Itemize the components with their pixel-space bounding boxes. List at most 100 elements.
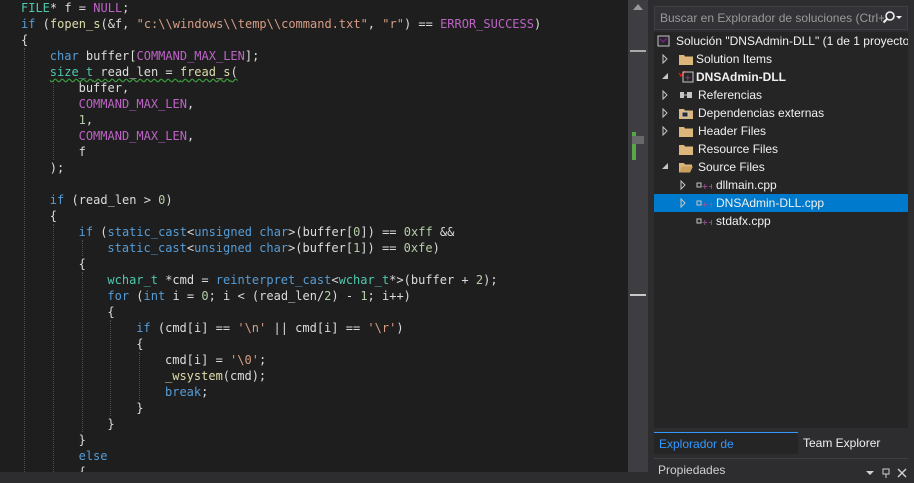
code-token: (cmd);: [222, 369, 267, 383]
tree-node-label: Dependencias externas: [698, 106, 825, 120]
cpp-file-icon: ++: [696, 214, 715, 228]
code-token: ) ==: [403, 17, 441, 31]
code-line[interactable]: _wsystem(cmd);: [165, 368, 266, 384]
code-line[interactable]: static_cast<unsigned char>(buffer[1]) ==…: [107, 240, 439, 256]
code-token: >(buffer[: [288, 225, 354, 239]
code-token: '\r': [367, 321, 397, 335]
solution-search-box[interactable]: [654, 6, 908, 30]
filter-folder-open-icon: [678, 160, 694, 174]
code-line[interactable]: cmd[i] = '\0';: [165, 352, 266, 368]
code-line[interactable]: {: [107, 304, 114, 320]
code-line[interactable]: );: [50, 160, 64, 176]
code-token: ERROR_SUCCESS: [440, 17, 534, 31]
tab-solution-explorer[interactable]: Explorador de soluciones: [654, 432, 798, 473]
code-token: if: [49, 193, 65, 207]
code-line[interactable]: size_t read_len = fread_s(: [50, 64, 238, 80]
code-line[interactable]: COMMAND_MAX_LEN,: [79, 96, 195, 112]
code-token: unsigned char: [194, 241, 289, 255]
code-line[interactable]: {: [136, 336, 143, 352]
code-line[interactable]: 1,: [79, 112, 93, 128]
code-line[interactable]: wchar_t *cmd = reinterpret_cast<wchar_t*…: [107, 272, 497, 288]
scroll-up-arrow-icon[interactable]: [633, 4, 643, 10]
tree-node[interactable]: Solución "DNSAdmin-DLL" (1 de 1 proyecto…: [654, 32, 908, 50]
code-line[interactable]: for (int i = 0; i < (read_len/2) - 1; i+…: [107, 288, 411, 304]
code-line[interactable]: f: [79, 144, 86, 160]
code-token: reinterpret_cast: [215, 273, 332, 287]
code-token: ,: [367, 17, 383, 31]
collapsed-arrow-icon[interactable]: [678, 176, 688, 194]
code-token: static_cast: [107, 241, 187, 255]
tab-team-explorer[interactable]: Team Explorer: [798, 432, 885, 454]
scroll-position-marker: [630, 50, 646, 52]
code-line[interactable]: }: [79, 432, 86, 448]
expanded-arrow-icon[interactable]: [660, 68, 670, 86]
code-token: f: [78, 145, 86, 159]
collapsed-arrow-icon[interactable]: [660, 50, 670, 68]
collapsed-arrow-icon[interactable]: [660, 122, 670, 140]
code-line[interactable]: COMMAND_MAX_LEN,: [79, 128, 195, 144]
solution-icon: [656, 34, 672, 48]
collapsed-arrow-icon[interactable]: [660, 86, 670, 104]
code-token: if: [136, 321, 151, 335]
editor-vertical-scrollbar[interactable]: [628, 0, 648, 472]
code-line[interactable]: buffer,: [79, 80, 130, 96]
code-token: COMMAND_MAX_LEN: [136, 49, 245, 63]
code-line[interactable]: {: [79, 464, 86, 472]
code-token: >(buffer[: [288, 241, 354, 255]
code-line[interactable]: char buffer[COMMAND_MAX_LEN];: [50, 48, 260, 64]
code-token: FILE: [21, 1, 50, 15]
code-token: *>(buffer +: [389, 273, 476, 287]
svg-text:++: ++: [702, 200, 713, 209]
code-line[interactable]: break;: [165, 384, 208, 400]
tree-node[interactable]: + DNSAdmin-DLL: [654, 68, 908, 86]
external-dependencies-icon: [678, 106, 694, 120]
properties-title: Propiedades: [658, 463, 726, 477]
code-editor[interactable]: FILE* f = NULL; if (fopen_s(&f, "c:\\wind…: [0, 0, 628, 472]
collapsed-arrow-icon[interactable]: [678, 194, 688, 212]
solution-search-input[interactable]: [655, 7, 884, 29]
code-line[interactable]: if (cmd[i] == '\n' || cmd[i] == '\r'): [136, 320, 403, 336]
pin-icon[interactable]: [880, 465, 892, 478]
code-token: ): [396, 321, 404, 335]
code-line[interactable]: }: [136, 400, 143, 416]
code-token: ): [165, 193, 173, 207]
code-token: {: [78, 257, 86, 271]
scrollbar-track[interactable]: [633, 18, 643, 468]
code-token: COMMAND_MAX_LEN: [78, 97, 187, 111]
code-line[interactable]: {: [21, 32, 28, 48]
code-token: ]) ==: [360, 225, 404, 239]
code-line[interactable]: {: [50, 208, 57, 224]
code-line[interactable]: }: [107, 416, 114, 432]
tree-node[interactable]: ++ stdafx.cpp: [654, 212, 908, 230]
code-token: ): [533, 17, 542, 31]
code-token: (: [129, 289, 144, 303]
search-icon[interactable]: [881, 10, 903, 26]
code-line[interactable]: {: [79, 256, 86, 272]
scrollbar-thumb[interactable]: [632, 136, 644, 144]
tree-node[interactable]: Solution Items: [654, 50, 908, 68]
code-token: '\0': [230, 353, 259, 367]
collapsed-arrow-icon[interactable]: [660, 104, 670, 122]
code-token: ,: [186, 97, 195, 111]
caret-position-marker: [630, 294, 646, 296]
folder-icon: [678, 52, 694, 66]
tree-node[interactable]: Referencias: [654, 86, 908, 104]
code-token: wchar_t: [338, 273, 390, 287]
tree-node-label: Header Files: [698, 124, 767, 138]
tree-node[interactable]: Dependencias externas: [654, 104, 908, 122]
expanded-arrow-icon[interactable]: [660, 158, 670, 176]
code-line[interactable]: if (fopen_s(&f, "c:\\windows\\temp\\comm…: [21, 16, 541, 32]
code-line[interactable]: FILE* f = NULL;: [21, 0, 129, 16]
tree-node[interactable]: Header Files: [654, 122, 908, 140]
tree-node[interactable]: ++ DNSAdmin-DLL.cpp: [654, 194, 908, 212]
code-line[interactable]: else: [79, 448, 108, 464]
dropdown-arrow-icon[interactable]: [864, 465, 876, 475]
tree-node[interactable]: Resource Files: [654, 140, 908, 158]
tree-node[interactable]: ++ dllmain.cpp: [654, 176, 908, 194]
tree-node[interactable]: Source Files: [654, 158, 908, 176]
code-token: }: [78, 433, 86, 447]
code-line[interactable]: if (static_cast<unsigned char>(buffer[0]…: [79, 224, 455, 240]
code-line[interactable]: if (read_len > 0): [50, 192, 173, 208]
close-icon[interactable]: [896, 465, 908, 478]
solution-tree[interactable]: Solución "DNSAdmin-DLL" (1 de 1 proyecto…: [654, 32, 908, 428]
